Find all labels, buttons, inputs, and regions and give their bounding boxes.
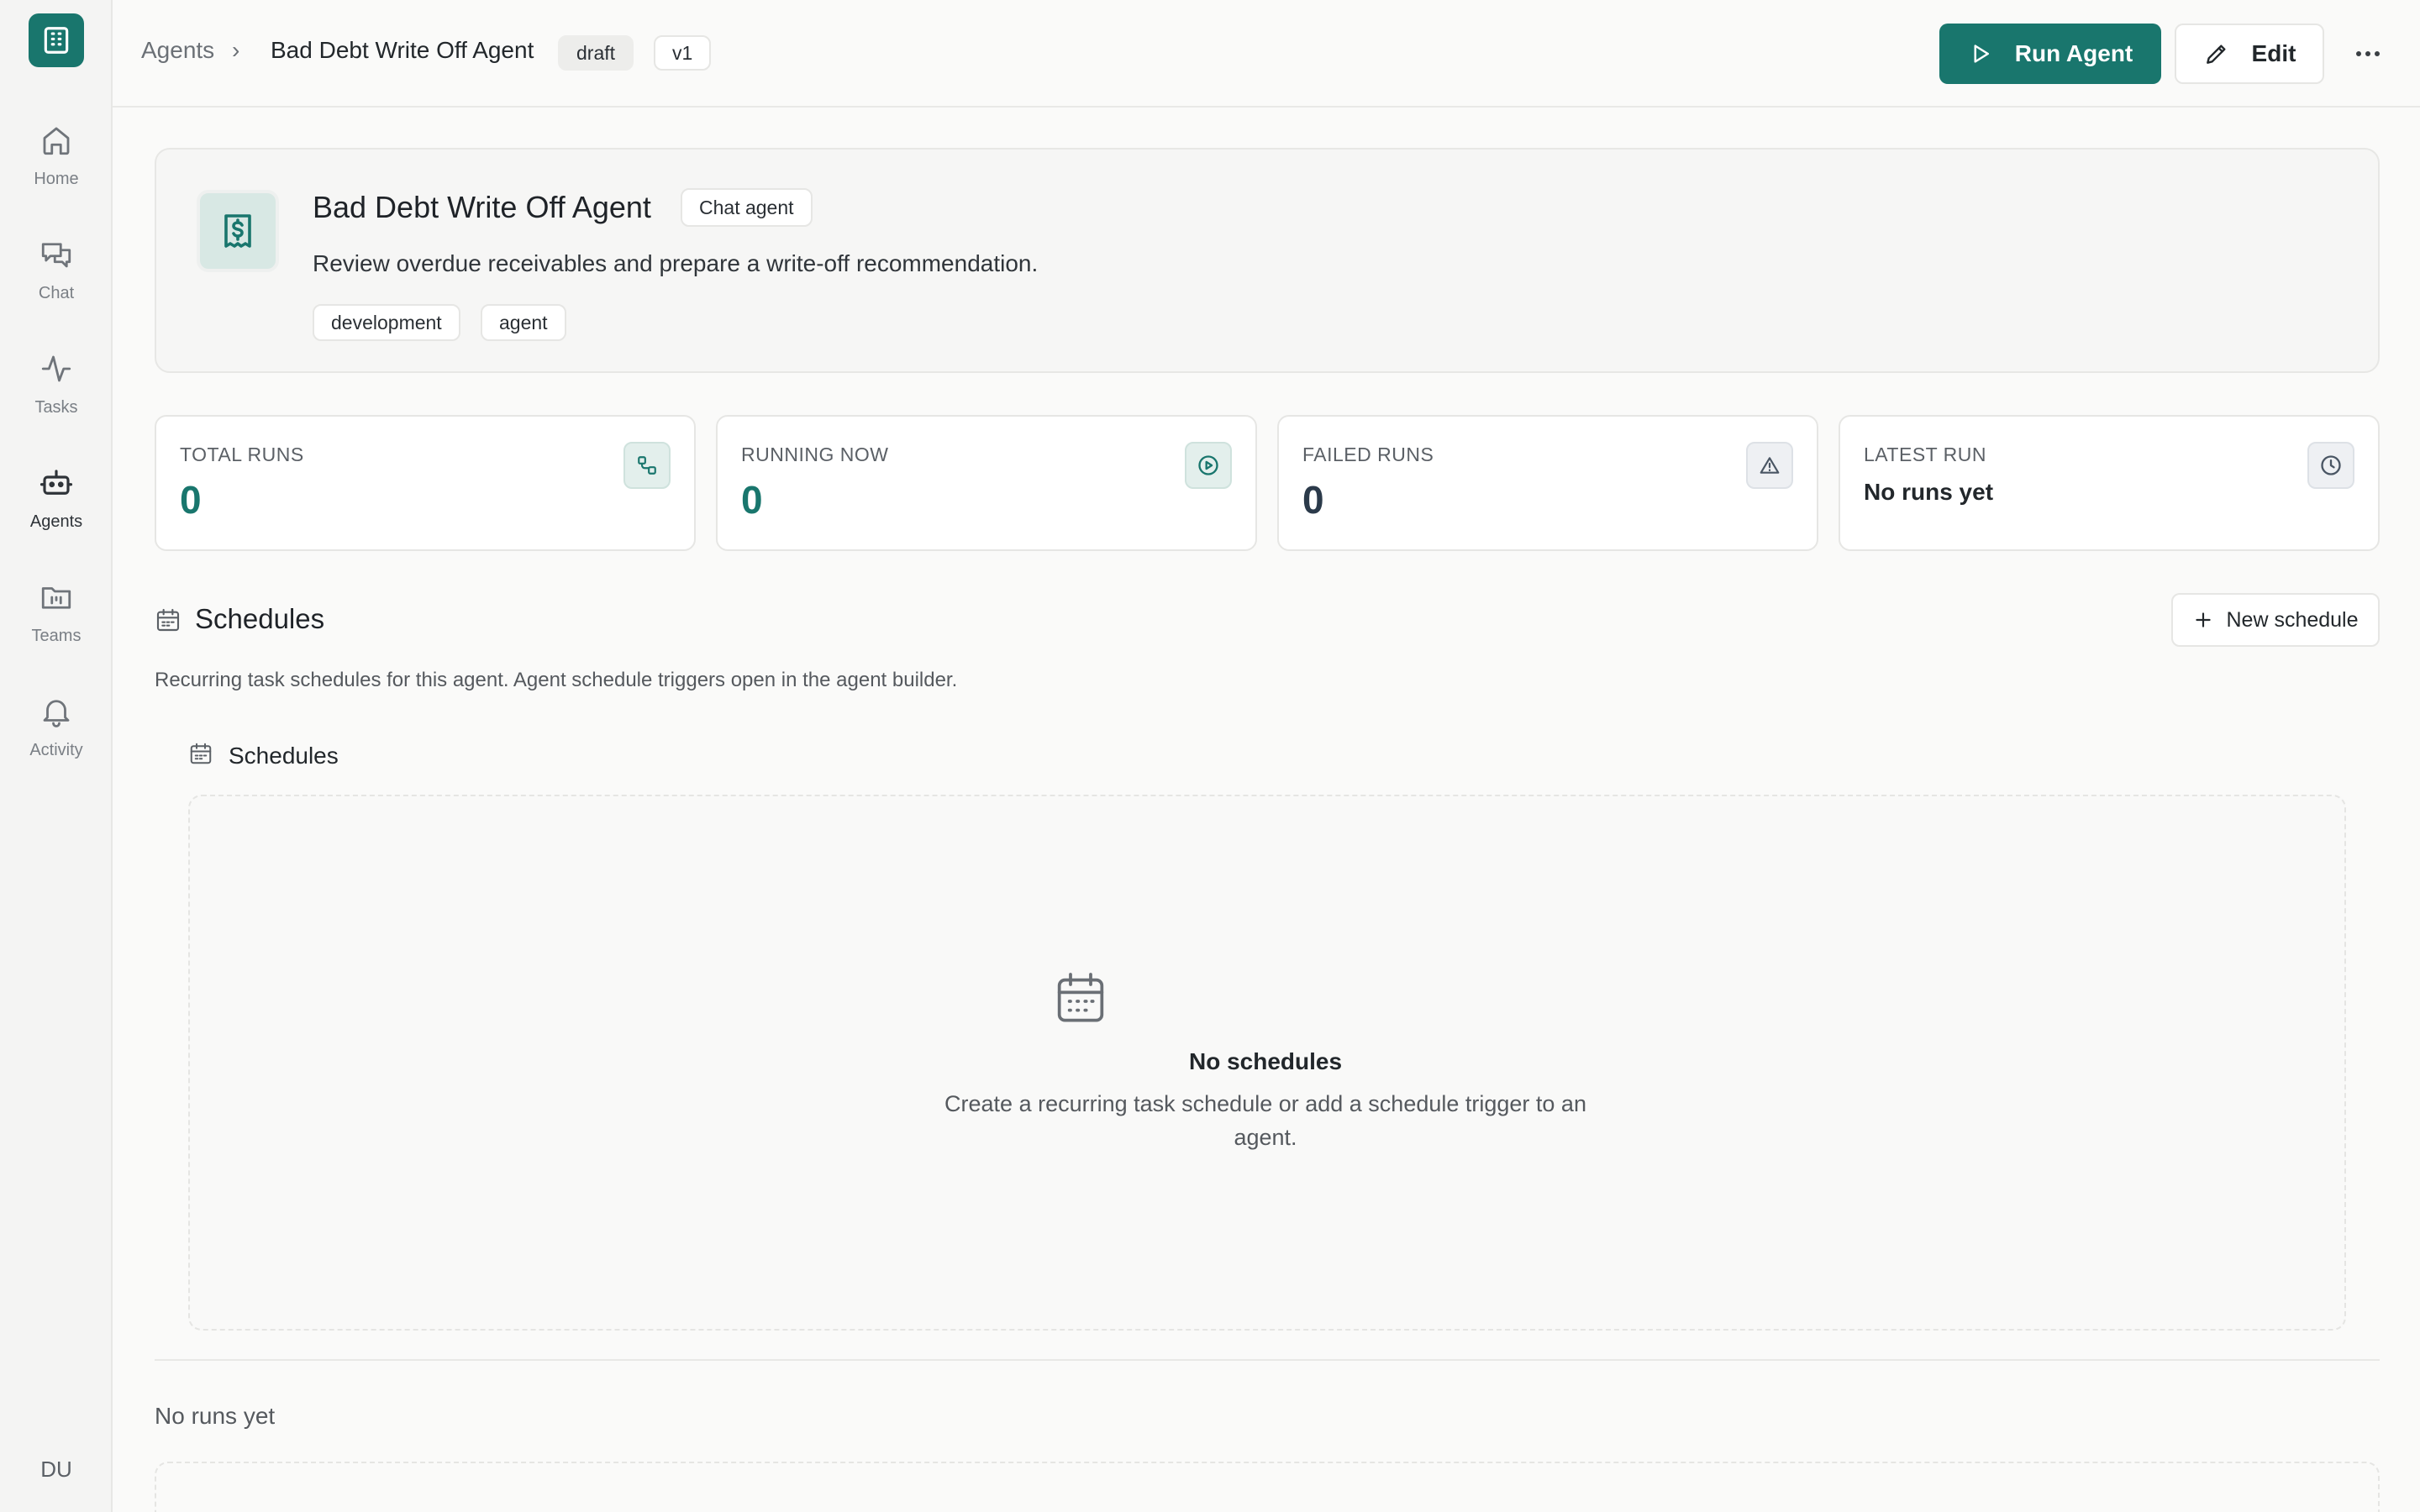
- edit-button[interactable]: Edit: [2175, 24, 2324, 84]
- home-icon: [43, 127, 70, 155]
- empty-state-title: No schedules: [1188, 1048, 1343, 1074]
- clock-icon: [2321, 455, 2341, 475]
- sidebar-item-agents[interactable]: Agents: [0, 460, 113, 553]
- play-circle-icon: [1198, 455, 1218, 475]
- agent-title: Bad Debt Write Off Agent: [313, 190, 651, 224]
- stat-icon-box: [1185, 442, 1232, 489]
- stat-value: 0: [741, 478, 763, 522]
- stat-icon-box: [2307, 442, 2354, 489]
- more-horizontal-icon: [2356, 51, 2380, 56]
- sidebar-item-chat[interactable]: Chat: [0, 232, 113, 324]
- play-icon: [1974, 45, 1989, 63]
- sidebar-item-label: Home: [34, 170, 79, 188]
- tag-agent: agent: [481, 304, 566, 341]
- stat-label: RUNNING NOW: [741, 444, 889, 465]
- workflow-icon: [638, 456, 656, 475]
- breadcrumb-separator: ›: [232, 37, 240, 63]
- sidebar-item-tasks[interactable]: Tasks: [0, 346, 113, 438]
- stat-value: 0: [180, 478, 202, 522]
- stat-label: FAILED RUNS: [1302, 444, 1434, 465]
- version-badge: v1: [654, 35, 712, 71]
- sidebar: Home Chat Tasks Agents Teams Activity DU: [0, 0, 113, 1512]
- stat-value: No runs yet: [1864, 479, 1994, 505]
- run-agent-label: Run Agent: [2014, 40, 2133, 66]
- app-root: Home Chat Tasks Agents Teams Activity DU…: [0, 0, 2420, 1512]
- sidebar-item-label: Agents: [29, 512, 83, 531]
- breadcrumb-current: Bad Debt Write Off Agent: [271, 37, 534, 63]
- sidebar-item-label: Tasks: [34, 398, 78, 417]
- stat-label: LATEST RUN: [1864, 444, 1987, 465]
- top-bar: Agents › Bad Debt Write Off Agent draft …: [113, 0, 2420, 108]
- agent-description: Review overdue receivables and prepare a…: [313, 250, 1039, 276]
- robot-icon: [39, 470, 73, 495]
- stat-label: TOTAL RUNS: [180, 444, 304, 465]
- stat-failed-runs: FAILED RUNS 0: [1277, 415, 1818, 551]
- pencil-icon: [2206, 45, 2226, 64]
- sidebar-item-label: Activity: [29, 741, 83, 759]
- status-badge: draft: [558, 35, 634, 71]
- folder-icon: [41, 587, 71, 609]
- new-schedule-button[interactable]: New schedule: [2171, 593, 2380, 647]
- bell-icon: [43, 700, 70, 727]
- app-logo[interactable]: [29, 13, 84, 67]
- sidebar-item-activity[interactable]: Activity: [0, 689, 113, 781]
- calendar-empty-icon: [1057, 973, 1104, 1022]
- stat-icon-box: [623, 442, 671, 489]
- stat-value: 0: [1302, 478, 1324, 522]
- plus-icon: [2196, 612, 2212, 627]
- schedules-subtitle: Recurring task schedules for this agent.…: [155, 669, 958, 691]
- stat-running-now: RUNNING NOW 0: [716, 415, 1257, 551]
- building-icon: [44, 27, 69, 54]
- runs-empty-box: [155, 1462, 2380, 1512]
- tag-development: development: [313, 304, 460, 341]
- stat-total-runs: TOTAL RUNS 0: [155, 415, 696, 551]
- stat-icon-box: [1746, 442, 1793, 489]
- edit-label: Edit: [2251, 40, 2296, 66]
- empty-state-description: Create a recurring task schedule or add …: [944, 1091, 1586, 1150]
- runs-empty-text: No runs yet: [155, 1403, 276, 1429]
- stat-latest-run: LATEST RUN No runs yet: [1839, 415, 2380, 551]
- new-schedule-label: New schedule: [2226, 607, 2359, 632]
- warning-triangle-icon: [1760, 457, 1780, 474]
- section-divider: [155, 1359, 2380, 1361]
- schedules-panel-title: Schedules: [229, 743, 339, 769]
- sidebar-item-teams[interactable]: Teams: [0, 575, 113, 667]
- more-options-button[interactable]: [2344, 30, 2391, 77]
- user-avatar[interactable]: DU: [0, 1457, 113, 1483]
- activity-pulse-icon: [41, 355, 71, 382]
- calendar-icon: [156, 608, 180, 632]
- receipt-dollar-icon: [224, 214, 251, 248]
- sidebar-item-home[interactable]: Home: [0, 118, 113, 210]
- chat-icon: [41, 243, 71, 268]
- sidebar-item-label: Chat: [38, 284, 75, 302]
- sidebar-item-label: Teams: [31, 627, 82, 645]
- calendar-icon: [190, 743, 212, 764]
- agent-avatar: [197, 190, 279, 272]
- run-agent-button[interactable]: Run Agent: [1939, 24, 2161, 84]
- agent-type-badge: Chat agent: [681, 188, 813, 227]
- breadcrumb-agents-link[interactable]: Agents: [141, 37, 214, 64]
- schedules-heading: Schedules: [195, 603, 325, 634]
- agent-header-card: Bad Debt Write Off Agent Chat agent Revi…: [155, 148, 2380, 373]
